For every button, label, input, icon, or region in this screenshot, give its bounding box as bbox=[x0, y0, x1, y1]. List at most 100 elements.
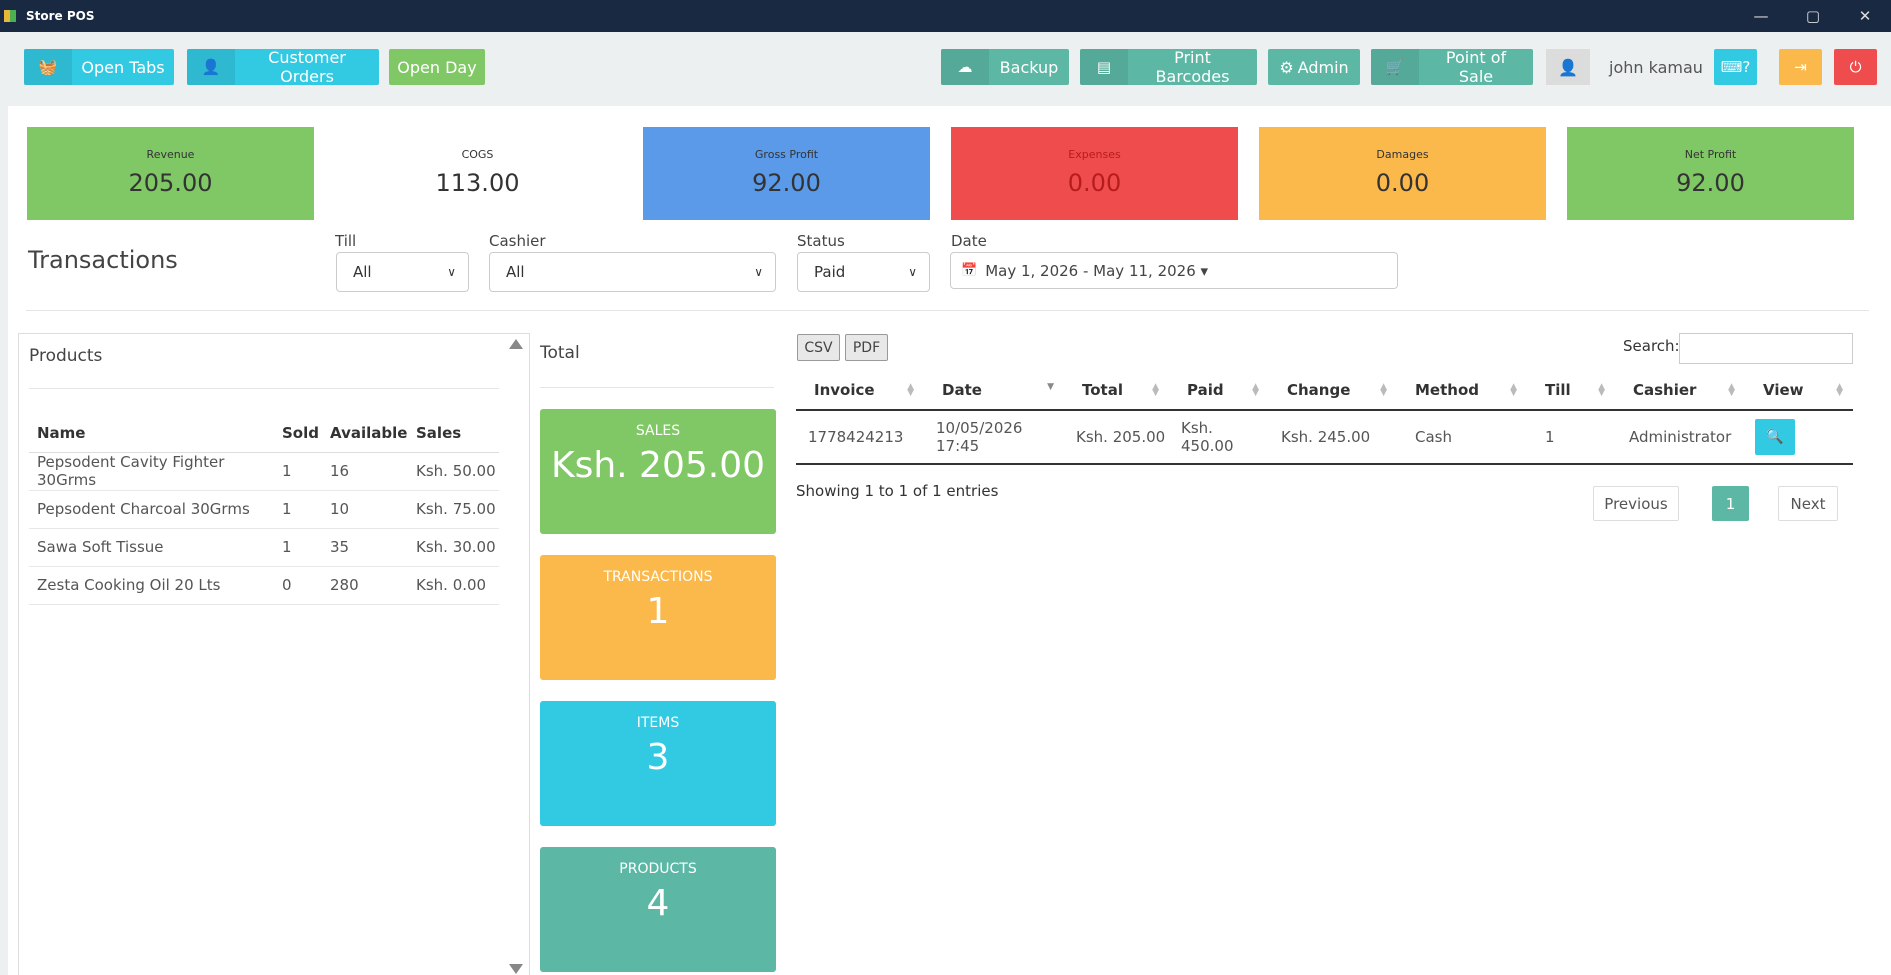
total-transactions-value: 1 bbox=[646, 591, 670, 632]
chevron-down-icon: ∨ bbox=[754, 265, 763, 279]
stat-label: Expenses bbox=[1068, 148, 1121, 161]
sort-icon: ▲ ▼ bbox=[907, 382, 914, 398]
cell-view: 🔍 bbox=[1745, 410, 1853, 465]
open-day-button[interactable]: Open Day bbox=[389, 49, 485, 85]
backup-button[interactable]: ☁ Backup bbox=[941, 49, 1069, 85]
keyboard-help-button[interactable]: ⌨? bbox=[1714, 49, 1757, 85]
stat-value: 0.00 bbox=[1067, 169, 1122, 197]
till-label: Till bbox=[335, 232, 357, 250]
print-barcodes-button[interactable]: ▤ Print Barcodes bbox=[1080, 48, 1257, 86]
sort-icon: ▲ ▼ bbox=[1836, 382, 1843, 398]
cell: 1 bbox=[274, 490, 322, 529]
header-label: Till bbox=[1545, 380, 1571, 399]
header-label: View bbox=[1763, 380, 1804, 399]
stat-revenue: Revenue 205.00 bbox=[27, 127, 314, 220]
cell-cashier: Administrator bbox=[1615, 410, 1745, 465]
column-header-invoice[interactable]: Invoice ▲ ▼ bbox=[796, 370, 924, 411]
next-page-button[interactable]: Next bbox=[1778, 486, 1838, 521]
column-header-till[interactable]: Till ▲ ▼ bbox=[1527, 370, 1615, 411]
scroll-down-icon[interactable] bbox=[509, 964, 523, 974]
page-1-button[interactable]: 1 bbox=[1712, 486, 1749, 521]
user-avatar-icon: 👤 bbox=[1546, 49, 1590, 85]
status-value: Paid bbox=[814, 263, 846, 281]
logout-button[interactable]: ⇥ bbox=[1779, 49, 1822, 85]
previous-page-button[interactable]: Previous bbox=[1593, 486, 1679, 521]
date-label: Date bbox=[951, 232, 987, 250]
stat-net-profit: Net Profit 92.00 bbox=[1567, 127, 1854, 220]
cell: 16 bbox=[322, 452, 408, 491]
customer-orders-button[interactable]: 👤 Customer Orders bbox=[187, 48, 379, 86]
cashier-select[interactable]: All ∨ bbox=[489, 252, 776, 292]
total-sales-card: SALES Ksh. 205.00 bbox=[540, 409, 776, 534]
cell-invoice: 1778424213 bbox=[796, 410, 924, 465]
cell: Pepsodent Cavity Fighter 30Grms bbox=[29, 452, 274, 491]
backup-label: Backup bbox=[999, 57, 1059, 77]
total-items-value: 3 bbox=[646, 737, 670, 778]
page-title: Transactions bbox=[28, 246, 178, 274]
column-header-change[interactable]: Change ▲ ▼ bbox=[1269, 370, 1397, 411]
header-label: Invoice bbox=[814, 380, 875, 399]
user-icon: 👤 bbox=[187, 49, 235, 85]
minimize-icon[interactable]: — bbox=[1735, 0, 1787, 32]
total-sales-label: SALES bbox=[635, 423, 681, 439]
cell: Ksh. 0.00 bbox=[408, 566, 499, 605]
close-icon[interactable]: ✕ bbox=[1839, 0, 1891, 32]
transactions-table: Invoice ▲ ▼ Date ▼ Total ▲ ▼ Paid ▲ ▼ Change ▲ ▼ … bbox=[796, 370, 1853, 465]
cell: Ksh. 75.00 bbox=[408, 490, 499, 529]
totals-title: Total bbox=[540, 343, 580, 363]
sort-icon: ▲ ▼ bbox=[1598, 382, 1605, 398]
toolbar: 🧺 Open Tabs 👤 Customer Orders Open Day ☁… bbox=[0, 32, 1891, 102]
export-pdf-button[interactable]: PDF bbox=[845, 334, 888, 361]
stat-damages: Damages 0.00 bbox=[1259, 127, 1546, 220]
table-row: Sawa Soft Tissue 1 35 Ksh. 30.00 bbox=[29, 528, 499, 567]
power-button[interactable]: ⏻ bbox=[1834, 49, 1877, 85]
main-panel: Revenue 205.00 COGS 113.00 Gross Profit … bbox=[8, 106, 1891, 975]
column-header-date[interactable]: Date ▼ bbox=[924, 370, 1064, 411]
status-label: Status bbox=[797, 232, 845, 250]
print-barcodes-label: Print Barcodes bbox=[1155, 48, 1230, 86]
point-of-sale-button[interactable]: 🛒 Point of Sale bbox=[1371, 48, 1533, 86]
column-header-view[interactable]: View ▲ ▼ bbox=[1745, 370, 1853, 411]
maximize-icon[interactable]: ▢ bbox=[1787, 0, 1839, 32]
search-label: Search: bbox=[1623, 337, 1680, 355]
till-select[interactable]: All ∨ bbox=[336, 252, 469, 292]
column-header-method[interactable]: Method ▲ ▼ bbox=[1397, 370, 1527, 411]
zoom-in-icon: 🔍 bbox=[1766, 429, 1784, 445]
cashier-value: All bbox=[506, 263, 525, 281]
cell: 1 bbox=[274, 528, 322, 567]
cell: 280 bbox=[322, 566, 408, 605]
basket-icon: 🧺 bbox=[24, 49, 72, 85]
open-day-label: Open Day bbox=[397, 57, 477, 77]
total-sales-value: Ksh. 205.00 bbox=[550, 445, 766, 486]
view-transaction-button[interactable]: 🔍 bbox=[1755, 419, 1795, 455]
stat-gross-profit: Gross Profit 92.00 bbox=[643, 127, 930, 220]
current-user[interactable]: 👤 john kamau bbox=[1546, 49, 1703, 85]
header-label: Total bbox=[1082, 380, 1123, 399]
divider bbox=[26, 310, 1869, 311]
column-header-cashier[interactable]: Cashier ▲ ▼ bbox=[1615, 370, 1745, 411]
search-input[interactable] bbox=[1679, 333, 1853, 364]
cell-till: 1 bbox=[1527, 410, 1615, 465]
table-row: Pepsodent Charcoal 30Grms 1 10 Ksh. 75.0… bbox=[29, 490, 499, 529]
divider bbox=[29, 388, 499, 389]
total-items-card: ITEMS 3 bbox=[540, 701, 776, 826]
date-range-value: May 1, 2026 - May 11, 2026 ▾ bbox=[985, 261, 1209, 280]
total-transactions-card: TRANSACTIONS 1 bbox=[540, 555, 776, 680]
cell: Sawa Soft Tissue bbox=[29, 528, 274, 567]
total-products-value: 4 bbox=[646, 883, 670, 924]
calendar-icon: 📅 bbox=[961, 263, 978, 278]
sort-icon: ▲ ▼ bbox=[1728, 382, 1735, 398]
export-csv-button[interactable]: CSV bbox=[797, 334, 840, 361]
status-select[interactable]: Paid ∨ bbox=[797, 252, 930, 292]
column-header-name: Name bbox=[29, 414, 274, 453]
admin-button[interactable]: ⚙ Admin bbox=[1268, 49, 1360, 85]
column-header-total[interactable]: Total ▲ ▼ bbox=[1064, 370, 1169, 411]
point-of-sale-label: Point of Sale bbox=[1445, 48, 1507, 86]
app-logo-icon bbox=[4, 8, 18, 24]
sort-icon: ▲ ▼ bbox=[1252, 382, 1259, 398]
window-title: Store POS bbox=[26, 9, 95, 23]
scroll-up-icon[interactable] bbox=[509, 339, 523, 349]
open-tabs-button[interactable]: 🧺 Open Tabs bbox=[24, 49, 174, 85]
date-range-picker[interactable]: 📅 May 1, 2026 - May 11, 2026 ▾ bbox=[950, 252, 1398, 289]
column-header-paid[interactable]: Paid ▲ ▼ bbox=[1169, 370, 1269, 411]
